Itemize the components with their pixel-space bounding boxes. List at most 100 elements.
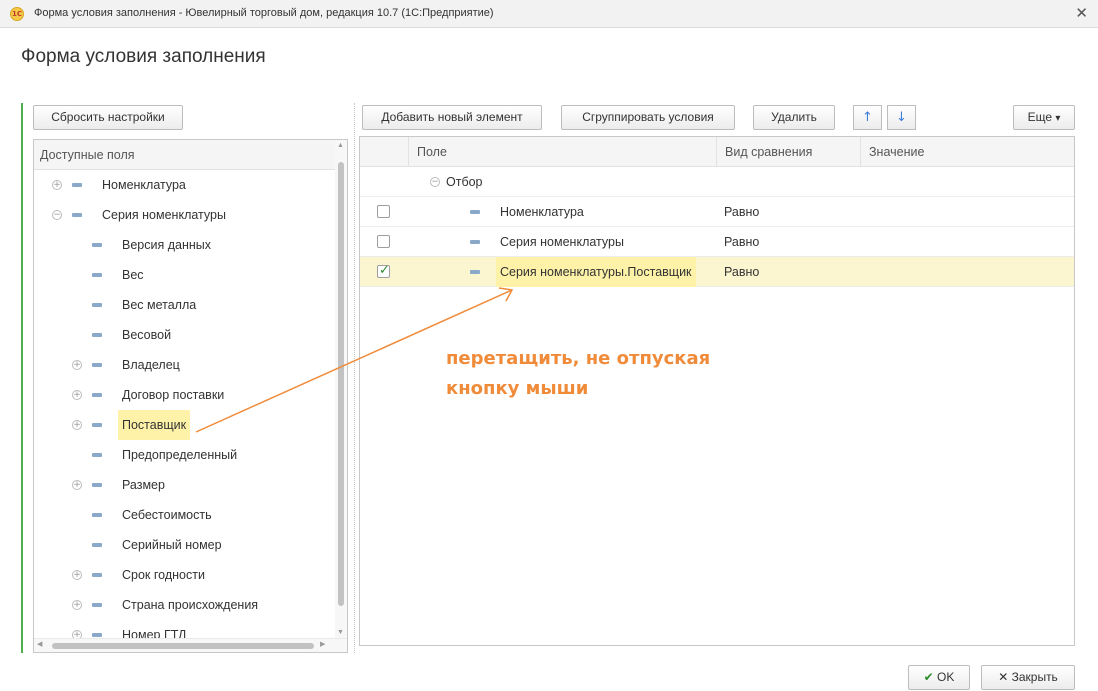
annotation-line-2: кнопку мыши [446,378,589,399]
field-icon [92,243,102,247]
annotation-line-1: перетащить, не отпуская [446,348,711,369]
window-title: Форма условия заполнения - Ювелирный тор… [34,7,494,19]
available-fields-header: Доступные поля [34,140,347,170]
row-field: Серия номенклатуры [500,235,624,249]
field-icon [92,303,102,307]
field-icon [470,270,480,274]
expand-icon[interactable]: + [72,480,82,490]
tree-item[interactable]: + Страна происхождения [34,590,347,620]
group-conditions-button[interactable]: Сгруппировать условия [561,105,735,130]
table-row[interactable]: ✓ Серия номенклатуры.Поставщик Равно [360,257,1074,287]
checkmark-icon: ✔ [923,670,934,684]
field-icon [92,333,102,337]
field-icon [92,363,102,367]
delete-button[interactable]: Удалить [753,105,835,130]
expand-icon[interactable]: + [52,180,62,190]
tree-item-label: Весовой [122,328,172,342]
tree-item[interactable]: Себестоимость [34,500,347,530]
column-header-comparison[interactable]: Вид сравнения [716,137,860,167]
chevron-down-icon: ▾ [1055,113,1061,124]
reset-settings-button[interactable]: Сбросить настройки [33,105,183,130]
collapse-icon[interactable]: − [430,177,440,187]
tree-item[interactable]: − Серия номенклатуры [34,200,347,230]
collapse-icon[interactable]: − [52,210,62,220]
horizontal-scroll-thumb[interactable] [52,643,314,649]
field-icon [92,483,102,487]
field-icon [92,273,102,277]
tree-item[interactable]: + Размер [34,470,347,500]
row-checkbox[interactable] [377,235,390,248]
close-label: Закрыть [1011,670,1058,684]
ok-button[interactable]: ✔ OK [908,665,970,690]
panel-accent-bar [21,103,23,653]
tree-item[interactable]: + Владелец [34,350,347,380]
row-checkbox[interactable]: ✓ [377,263,390,278]
group-row[interactable]: − Отбор [360,167,1074,197]
available-fields-panel[interactable]: Доступные поля + Номенклатура − Серия номен… [33,139,348,653]
tree-item-label: Договор поставки [122,388,225,402]
tree-item[interactable]: Серийный номер [34,530,347,560]
column-header-value[interactable]: Значение [860,137,1074,167]
tree-item-label: Серийный номер [122,538,222,552]
tree-item[interactable]: + Договор поставки [34,380,347,410]
field-icon [72,183,82,187]
row-checkbox[interactable] [377,205,390,218]
expand-icon[interactable]: + [72,600,82,610]
row-comparison[interactable]: Равно [724,197,759,227]
table-row[interactable]: Номенклатура Равно [360,197,1074,227]
app-logo-icon: 1C [10,7,24,21]
expand-icon[interactable]: + [72,420,82,430]
tree-item[interactable]: Вес металла [34,290,347,320]
tree-item[interactable]: + Срок годности [34,560,347,590]
tree-item-label: Версия данных [122,238,212,252]
expand-icon[interactable]: + [72,390,82,400]
tree-item[interactable]: Предопределенный [34,440,347,470]
tree-item-label: Предопределенный [122,448,238,462]
tree-item[interactable]: + Номенклатура [34,170,347,200]
expand-icon[interactable]: + [72,360,82,370]
tree-item-label: Срок годности [122,568,205,582]
scroll-up-icon[interactable]: ▲ [337,142,344,149]
close-icon[interactable]: ✕ [1075,4,1088,22]
horizontal-scrollbar[interactable]: ◀ ▶ [34,638,347,652]
field-icon [92,603,102,607]
tree-item-label: Размер [122,478,165,492]
tree-item-label: Номенклатура [102,178,186,192]
tree-item[interactable]: + Поставщик [34,410,347,440]
check-icon: ✓ [379,263,390,278]
tree-item-label: Страна происхождения [122,598,259,612]
vertical-scrollbar[interactable]: ▲ ▼ [335,140,347,638]
column-header-field[interactable]: Поле [408,137,716,167]
scroll-left-icon[interactable]: ◀ [37,640,42,648]
tree-item[interactable]: Весовой [34,320,347,350]
tree-item-label: Себестоимость [122,508,212,522]
more-button[interactable]: Еще ▾ [1013,105,1075,130]
available-fields-tree[interactable]: + Номенклатура − Серия номенклатуры Версия д… [34,170,347,650]
move-down-icon[interactable]: ↓ [887,105,916,130]
tree-item[interactable]: Версия данных [34,230,347,260]
field-icon [92,393,102,397]
field-icon [470,240,480,244]
row-comparison[interactable]: Равно [724,257,759,287]
scroll-right-icon[interactable]: ▶ [320,640,325,648]
field-icon [92,633,102,637]
field-icon [92,573,102,577]
field-icon [72,213,82,217]
tree-item[interactable]: Вес [34,260,347,290]
tree-item-label: Вес металла [122,298,197,312]
table-row[interactable]: Серия номенклатуры Равно [360,227,1074,257]
field-icon [470,210,480,214]
row-comparison[interactable]: Равно [724,227,759,257]
group-label: Отбор [446,175,483,189]
field-icon [92,513,102,517]
move-up-icon[interactable]: ↑ [853,105,882,130]
add-new-element-button[interactable]: Добавить новый элемент [362,105,542,130]
close-button[interactable]: ✕ Закрыть [981,665,1075,690]
expand-icon[interactable]: + [72,570,82,580]
window-titlebar: 1C Форма условия заполнения - Ювелирный … [0,0,1098,28]
vertical-scroll-thumb[interactable] [338,162,344,606]
panel-splitter[interactable] [354,103,355,653]
close-x-icon: ✕ [998,670,1009,684]
field-icon [92,543,102,547]
scroll-down-icon[interactable]: ▼ [337,629,344,636]
